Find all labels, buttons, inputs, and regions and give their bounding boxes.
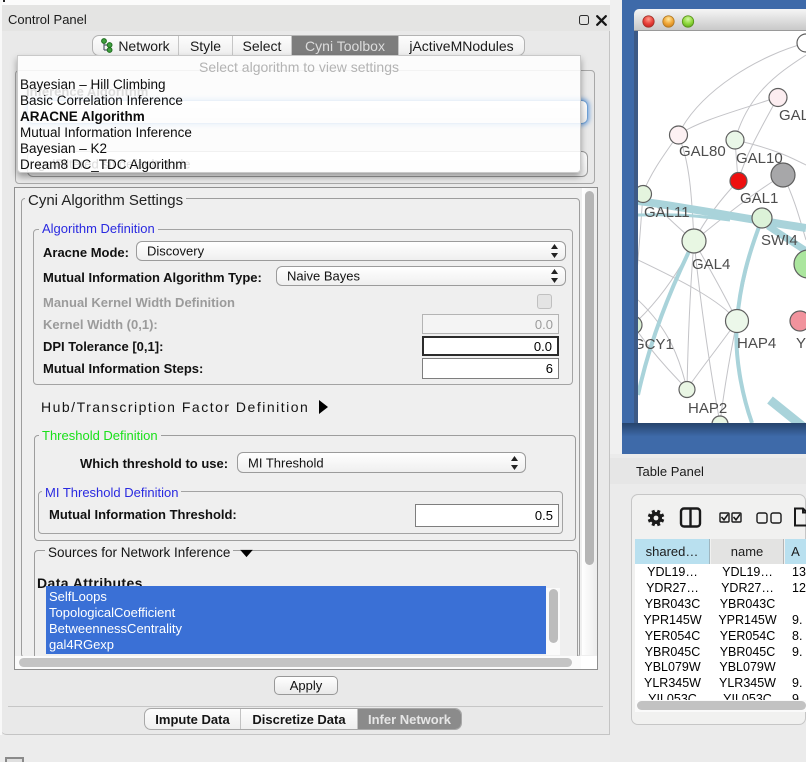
svg-text:HAP2: HAP2 [688,400,727,417]
svg-text:GCY1: GCY1 [638,336,674,353]
svg-text:GAL: GAL [779,107,806,124]
svg-text:Y: Y [796,335,806,352]
svg-text:GAL1: GAL1 [740,190,778,207]
svg-text:GAL4: GAL4 [692,256,730,273]
svg-text:GAL10: GAL10 [736,150,783,167]
svg-text:HAP4: HAP4 [737,335,776,352]
svg-text:GAL11: GAL11 [644,204,690,221]
svg-text:SWI4: SWI4 [761,232,798,249]
svg-text:GAL80: GAL80 [679,143,726,160]
